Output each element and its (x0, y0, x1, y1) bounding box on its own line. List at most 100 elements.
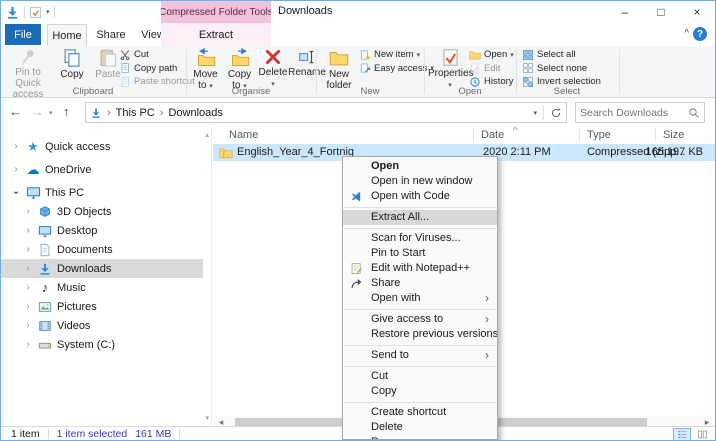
expander-icon[interactable]: › (23, 339, 33, 350)
new-folder-button[interactable]: New folder (320, 47, 358, 91)
recent-locations-icon[interactable]: ▾ (49, 109, 53, 117)
easy-access-icon (359, 62, 371, 74)
select-none-button[interactable]: Select none (522, 62, 612, 76)
divider (543, 105, 544, 120)
menu-item-open[interactable]: Open (343, 159, 497, 174)
expander-icon[interactable]: › (23, 263, 33, 274)
sidebar-item-documents[interactable]: › Documents (1, 240, 203, 259)
column-headers: Name ^ Date Type Size (213, 125, 715, 144)
properties-quick-icon[interactable] (29, 6, 42, 19)
collapse-ribbon-icon[interactable]: ^ (684, 28, 689, 39)
qat-dropdown-icon[interactable]: ▾ (46, 8, 50, 16)
expander-icon[interactable]: › (23, 320, 33, 331)
paste-icon (98, 48, 118, 68)
select-all-button[interactable]: Select all (522, 48, 612, 62)
expander-icon[interactable]: › (23, 225, 33, 236)
dropdown-caret-icon: ▾ (510, 51, 514, 59)
column-header-name[interactable]: Name (229, 129, 258, 141)
delete-button[interactable]: Delete ▾ (257, 47, 289, 91)
details-view-button[interactable] (673, 427, 691, 440)
expander-icon[interactable]: › (23, 206, 33, 217)
column-header-date[interactable]: Date (481, 129, 504, 141)
address-dropdown-icon[interactable]: ▾ (533, 109, 537, 117)
menu-item-send-to[interactable]: Send to › (343, 348, 497, 363)
menu-item-give-access-to[interactable]: Give access to › (343, 312, 497, 327)
sidebar-item-desktop[interactable]: › Desktop (1, 221, 203, 240)
search-input[interactable] (580, 106, 688, 119)
menu-item-extract-all[interactable]: Extract All... (343, 210, 497, 225)
menu-item-copy[interactable]: Copy (343, 384, 497, 399)
pin-to-quick-access-button[interactable]: Pin to Quick access (3, 47, 53, 100)
sidebar-item-this-pc[interactable]: › This PC (1, 183, 203, 202)
expander-icon[interactable]: › (23, 282, 33, 293)
expander-icon[interactable]: › (23, 301, 33, 312)
sidebar-scroll-up-icon[interactable]: ▴ (205, 131, 209, 139)
sidebar-label: This PC (45, 186, 85, 199)
menu-item-create-shortcut[interactable]: Create shortcut (343, 405, 497, 420)
move-to-button[interactable]: Move to ▾ (189, 47, 222, 91)
titlebar: ▾ Compressed Folder Tools Downloads – □ … (1, 1, 715, 23)
menu-item-share[interactable]: Share (343, 276, 497, 291)
cut-button[interactable]: Cut (119, 48, 185, 62)
tab-extract[interactable]: Extract (199, 29, 233, 41)
sidebar-item-quick-access[interactable]: › ★ Quick access (1, 137, 203, 156)
breadcrumb-downloads[interactable]: Downloads (168, 107, 222, 119)
menu-item-cut[interactable]: Cut (343, 369, 497, 384)
refresh-icon[interactable] (550, 107, 562, 119)
copy-button[interactable]: Copy (55, 47, 89, 91)
menu-item-edit-with-notepadpp[interactable]: Edit with Notepad++ (343, 261, 497, 276)
sidebar-item-3d-objects[interactable]: › 3D Objects (1, 202, 203, 221)
sort-ascending-icon[interactable]: ^ (513, 125, 517, 135)
up-icon[interactable]: ↑ (63, 104, 70, 119)
expander-icon[interactable]: › (23, 244, 33, 255)
column-divider[interactable] (579, 129, 580, 142)
new-item-button[interactable]: New item ▾ (359, 48, 423, 62)
sidebar-item-pictures[interactable]: › Pictures (1, 297, 203, 316)
menu-item-rename[interactable]: Rename (343, 435, 497, 439)
menu-item-open-with[interactable]: Open with › (343, 291, 497, 306)
menu-item-delete[interactable]: Delete (343, 420, 497, 435)
properties-button[interactable]: Properties ▾ (428, 47, 474, 91)
forward-icon[interactable]: → (31, 104, 44, 119)
column-header-size[interactable]: Size (663, 129, 684, 141)
close-button[interactable]: × (679, 1, 715, 23)
maximize-button[interactable]: □ (643, 1, 679, 23)
videos-icon (37, 318, 53, 334)
large-icons-view-button[interactable] (693, 428, 711, 441)
search-icon[interactable] (688, 107, 700, 119)
help-icon[interactable]: ? (693, 27, 707, 41)
tab-share[interactable]: Share (91, 24, 131, 45)
sidebar-item-videos[interactable]: › Videos (1, 316, 203, 335)
sidebar-label: Videos (57, 319, 91, 332)
sidebar-scroll-down-icon[interactable]: ▾ (205, 414, 209, 422)
expander-icon[interactable]: › (11, 164, 21, 175)
tab-home[interactable]: Home (47, 24, 87, 46)
menu-item-restore-previous-versions[interactable]: Restore previous versions (343, 327, 497, 342)
easy-access-button[interactable]: Easy access ▾ (359, 62, 434, 76)
expander-icon[interactable]: › (11, 141, 21, 152)
menu-item-open-with-code[interactable]: Open with Code (343, 189, 497, 204)
column-divider[interactable] (655, 129, 656, 142)
sidebar-item-system-c[interactable]: › System (C:) (1, 335, 203, 354)
open-button[interactable]: Open ▾ (469, 48, 515, 62)
select-none-icon (522, 62, 534, 74)
column-divider[interactable] (473, 129, 474, 142)
rename-icon (298, 48, 316, 66)
column-header-type[interactable]: Type (587, 129, 611, 141)
copy-path-button[interactable]: Copy path (119, 62, 185, 76)
copy-to-button[interactable]: Copy to ▾ (223, 47, 256, 91)
menu-item-pin-to-start[interactable]: Pin to Start (343, 246, 497, 261)
sidebar-item-onedrive[interactable]: › ☁ OneDrive (1, 160, 203, 179)
downloads-icon (37, 261, 53, 277)
menu-item-open-in-new-window[interactable]: Open in new window (343, 174, 497, 189)
expander-icon[interactable]: › (11, 188, 22, 198)
minimize-button[interactable]: – (607, 1, 643, 23)
tab-file[interactable]: File (5, 24, 41, 45)
breadcrumb-this-pc[interactable]: This PC (116, 107, 155, 119)
back-icon[interactable]: ← (9, 104, 22, 119)
edit-button[interactable]: Edit (469, 62, 515, 76)
sidebar-item-downloads[interactable]: › Downloads (1, 259, 203, 278)
address-bar[interactable]: › This PC › Downloads ▾ (85, 102, 567, 123)
sidebar-item-music[interactable]: › ♪ Music (1, 278, 203, 297)
menu-item-scan-for-viruses[interactable]: Scan for Viruses... (343, 231, 497, 246)
